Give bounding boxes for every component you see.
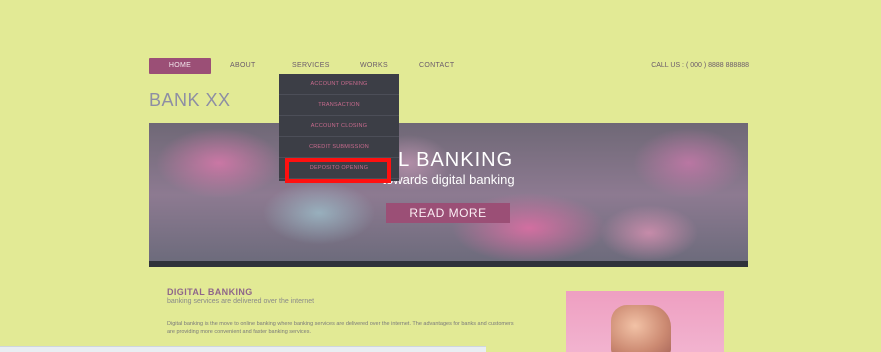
nav-about[interactable]: ABOUT — [230, 58, 256, 74]
nav-services[interactable]: SERVICES — [292, 58, 330, 74]
nav-works[interactable]: WORKS — [360, 58, 388, 74]
hero-banner: AL BANKING towards digital banking READ … — [149, 123, 748, 267]
nav-home[interactable]: HOME — [149, 58, 211, 74]
hero-bottom-bar — [149, 261, 748, 267]
section-subtitle: banking services are delivered over the … — [167, 298, 315, 305]
dropdown-item-credit-submission[interactable]: CREDIT SUBMISSION — [279, 137, 399, 158]
main-nav: HOME ABOUT SERVICES WORKS CONTACT CALL U… — [149, 58, 749, 76]
section-body: Digital banking is the move to online ba… — [167, 321, 514, 335]
hero-subtitle: towards digital banking — [382, 172, 515, 187]
dropdown-item-account-closing[interactable]: ACCOUNT CLOSING — [279, 116, 399, 137]
nav-contact[interactable]: CONTACT — [419, 58, 454, 74]
highlight-annotation-box — [285, 158, 391, 183]
read-more-button[interactable]: READ MORE — [386, 203, 510, 223]
call-us-text: CALL US : ( 000 ) 8888 888888 — [651, 62, 749, 69]
fist-image — [566, 291, 724, 352]
browser-status-bar — [0, 346, 486, 352]
page: HOME ABOUT SERVICES WORKS CONTACT CALL U… — [0, 0, 881, 352]
dropdown-item-transaction[interactable]: TRANSACTION — [279, 95, 399, 116]
fist-icon — [611, 305, 671, 352]
site-brand[interactable]: BANK XX — [149, 90, 231, 111]
dropdown-item-account-opening[interactable]: ACCOUNT OPENING — [279, 74, 399, 95]
section-title: DIGITAL BANKING — [167, 287, 253, 297]
hero-title: AL BANKING — [383, 149, 514, 171]
